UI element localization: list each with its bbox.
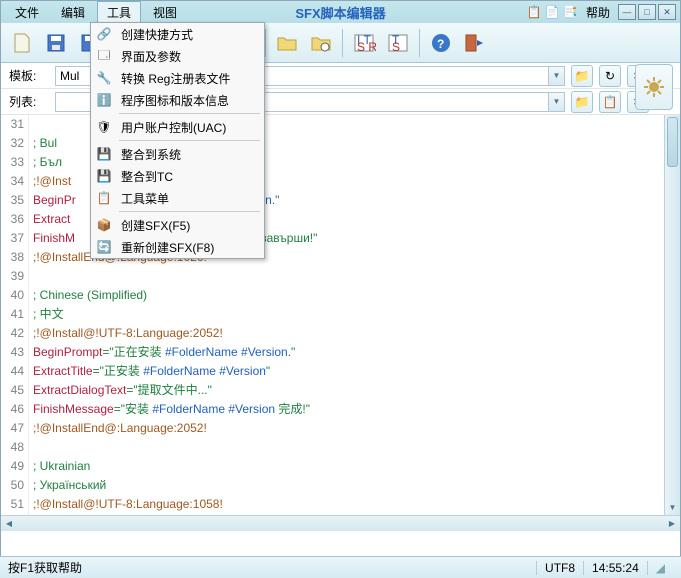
menu-item-label: 创建SFX(F5) [121, 217, 190, 234]
chevron-down-icon[interactable]: ▼ [548, 67, 564, 85]
shortcut-icon: 🔗 [96, 26, 112, 42]
template-refresh-button[interactable]: ↻ [599, 65, 621, 87]
shield-icon: 🛡 [96, 119, 112, 135]
scroll-thumb[interactable] [667, 117, 678, 167]
list-action-button[interactable]: 📋 [599, 91, 621, 113]
scroll-right-icon[interactable]: ▶ [664, 516, 680, 531]
reg-icon: 🔧 [96, 70, 112, 86]
minimize-button[interactable]: — [618, 4, 636, 20]
rebuild-icon: 🔄 [96, 239, 112, 255]
template-label: 模板: [9, 67, 49, 84]
tools-menu-item[interactable]: 🔄 重新创建SFX(F8) [91, 236, 264, 258]
help-label[interactable]: 帮助 [580, 4, 616, 21]
ts-button[interactable]: TS [383, 28, 413, 58]
maximize-button[interactable]: □ [638, 4, 656, 20]
menu-item-label: 整合到系统 [121, 146, 181, 163]
menu-item-label: 工具菜单 [121, 190, 169, 207]
tools-menu-item[interactable]: 🔗 创建快捷方式 [91, 23, 264, 45]
menu-item-label: 程序图标和版本信息 [121, 92, 229, 109]
tools-menu-item[interactable]: 📋 工具菜单 [91, 187, 264, 209]
tools-menu-item[interactable]: 🗔 界面及参数 [91, 45, 264, 67]
open-folder-button[interactable] [272, 28, 302, 58]
menu-item-label: 转换 Reg注册表文件 [121, 70, 230, 87]
menu-item-label: 整合到TC [121, 168, 173, 185]
titlebar-icon-2[interactable]: 📄 [544, 4, 560, 20]
ui-icon: 🗔 [96, 48, 112, 64]
info-icon: ℹ️ [96, 92, 112, 108]
horizontal-scrollbar[interactable]: ◀ ▶ [1, 515, 680, 531]
svg-text:S: S [392, 40, 400, 54]
tools-menu-item[interactable]: 💾 整合到TC [91, 165, 264, 187]
menu-icon: 📋 [96, 190, 112, 206]
template-browse-button[interactable]: 📁 [571, 65, 593, 87]
tools-menu-item[interactable]: 🔧 转换 Reg注册表文件 [91, 67, 264, 89]
titlebar: 文件 编辑 工具 视图 SFX脚本编辑器 📋 📄 📑 帮助 — □ ✕ [1, 1, 680, 23]
save-button[interactable] [41, 28, 71, 58]
statusbar: 按F1获取帮助 UTF8 14:55:24 ◢ [0, 556, 681, 578]
list-browse-button[interactable]: 📁 [571, 91, 593, 113]
tools-menu-item[interactable]: ℹ️ 程序图标和版本信息 [91, 89, 264, 111]
chevron-down-icon[interactable]: ▼ [548, 93, 564, 111]
list-label: 列表: [9, 93, 49, 110]
svg-text:?: ? [437, 37, 444, 51]
exit-button[interactable] [460, 28, 490, 58]
settings-button[interactable] [635, 64, 673, 110]
resize-grip-icon[interactable]: ◢ [647, 561, 673, 575]
menu-view[interactable]: 视图 [143, 1, 187, 24]
tc-icon: 💾 [96, 168, 112, 184]
scroll-left-icon[interactable]: ◀ [1, 516, 17, 531]
vertical-scrollbar[interactable]: ▲ ▼ [664, 115, 680, 515]
status-hint: 按F1获取帮助 [8, 559, 90, 576]
menu-item-label: 重新创建SFX(F8) [121, 239, 214, 256]
menubar: 文件 编辑 工具 视图 [1, 1, 187, 24]
new-button[interactable] [7, 28, 37, 58]
svg-text:S R: S R [357, 40, 376, 54]
menu-item-label: 创建快捷方式 [121, 26, 193, 43]
tools-menu-item[interactable]: 💾 整合到系统 [91, 143, 264, 165]
titlebar-icon-1[interactable]: 📋 [526, 4, 542, 20]
menu-tools[interactable]: 工具 [97, 1, 141, 24]
close-button[interactable]: ✕ [658, 4, 676, 20]
install-icon: 💾 [96, 146, 112, 162]
titlebar-icon-3[interactable]: 📑 [562, 4, 578, 20]
window-title: SFX脚本编辑器 [295, 3, 385, 22]
tools-menu-item[interactable]: 🛡 用户账户控制(UAC) [91, 116, 264, 138]
menu-file[interactable]: 文件 [5, 1, 49, 24]
help-button[interactable]: ? [426, 28, 456, 58]
build-icon: 📦 [96, 217, 112, 233]
browse-button[interactable] [306, 28, 336, 58]
line-gutter: 3132333435363738394041424344454647484950… [1, 115, 29, 515]
status-encoding: UTF8 [536, 561, 583, 575]
tools-menu-item[interactable]: 📦 创建SFX(F5) [91, 214, 264, 236]
menu-item-label: 界面及参数 [121, 48, 181, 65]
tools-dropdown: 🔗 创建快捷方式 🗔 界面及参数 🔧 转换 Reg注册表文件 ℹ️ 程序图标和版本信息 🛡 用户账… [90, 22, 265, 259]
template-value: Mul [60, 69, 79, 83]
status-time: 14:55:24 [583, 561, 647, 575]
its-button[interactable]: I TS R [349, 28, 379, 58]
scroll-down-icon[interactable]: ▼ [665, 499, 680, 515]
menu-edit[interactable]: 编辑 [51, 1, 95, 24]
menu-item-label: 用户账户控制(UAC) [121, 119, 226, 136]
